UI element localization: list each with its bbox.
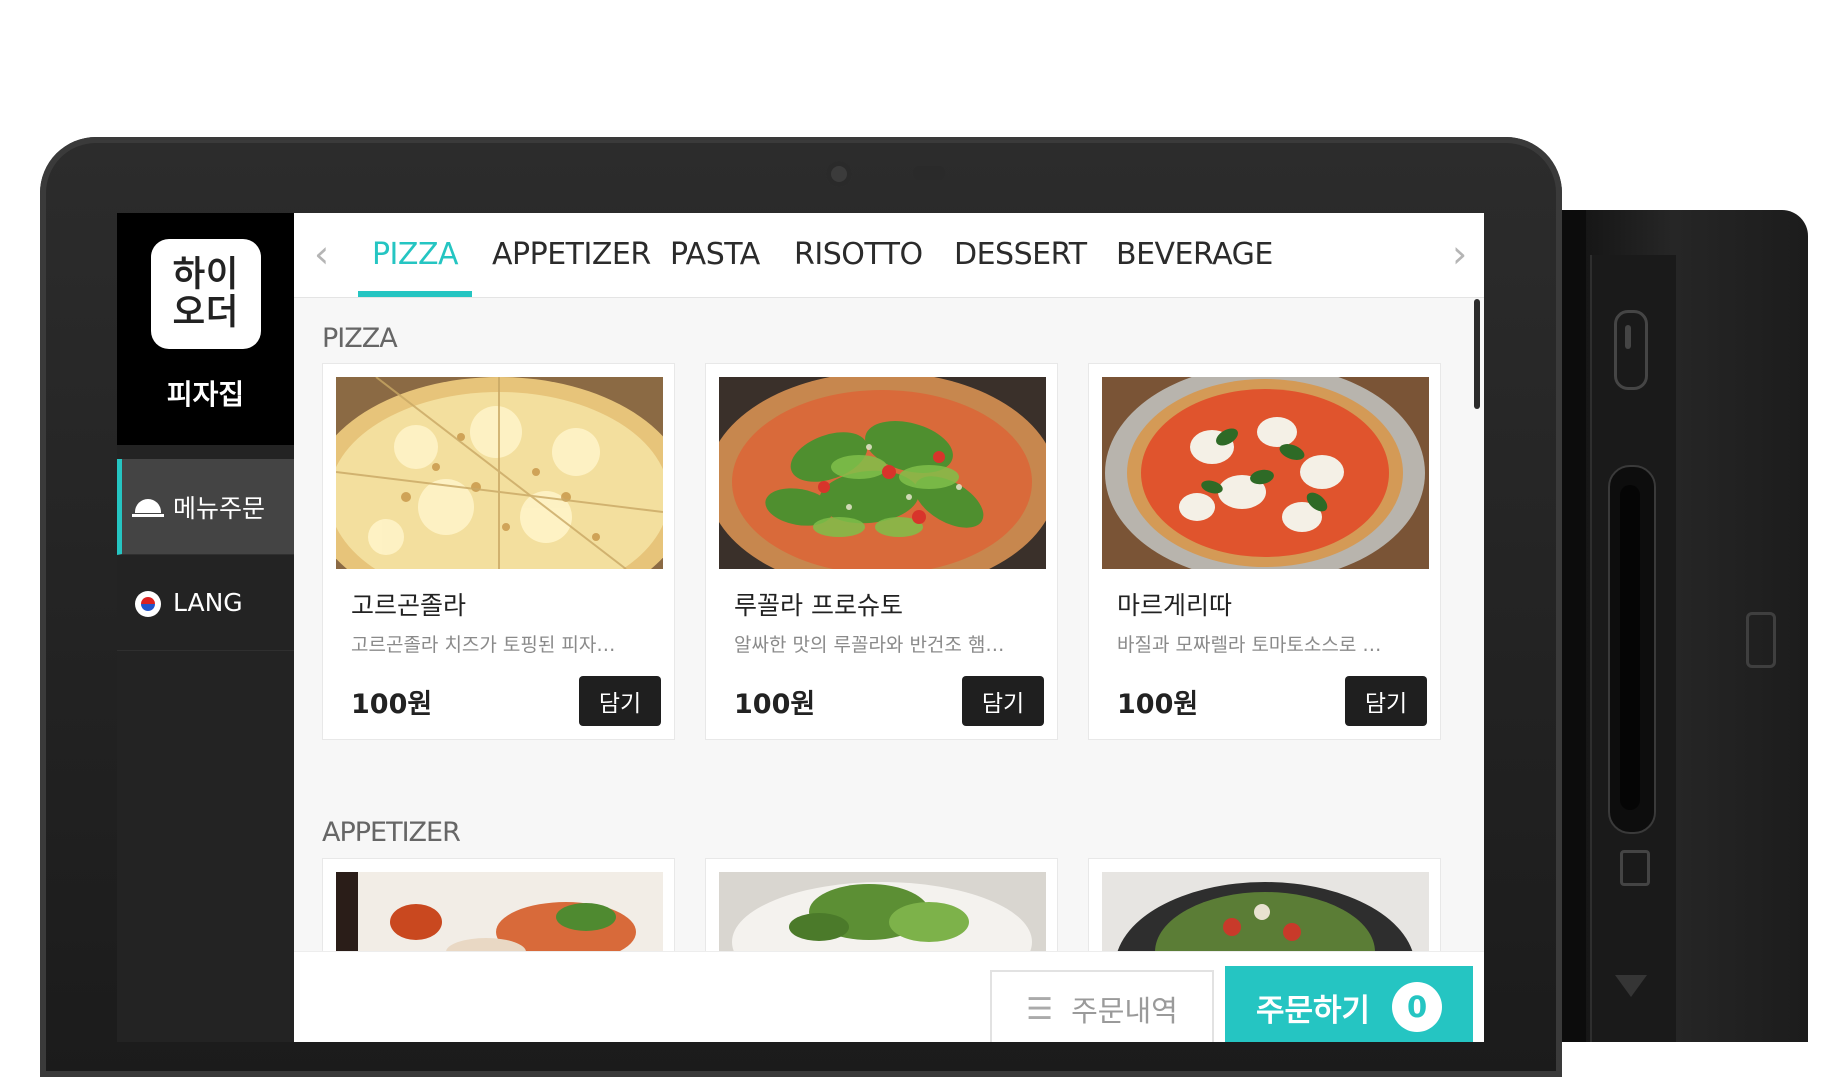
list-icon: ☰ (1026, 991, 1054, 1027)
tab-appetizer[interactable]: APPETIZER (492, 213, 651, 297)
menu-card[interactable]: 마르게리따 바질과 모짜렐라 토마토소스로 … 100원 담기 (1088, 363, 1441, 740)
chip-card-icon (1620, 850, 1650, 886)
menu-item-description: 바질과 모짜렐라 토마토소스로 … (1117, 634, 1382, 656)
menu-item-description: 알싸한 맛의 루꼴라와 반건조 햄… (734, 634, 1005, 656)
camera-icon (826, 161, 852, 187)
brand-area: 하이 오더 피자집 (117, 213, 294, 445)
add-to-cart-button[interactable]: 담기 (962, 676, 1044, 726)
menu-item-price: 100원 (351, 689, 433, 720)
chevron-left-icon[interactable]: ‹ (314, 235, 329, 273)
tab-pizza[interactable]: PIZZA (358, 213, 472, 297)
chevron-right-icon[interactable]: › (1452, 235, 1467, 273)
kiosk-screen: 하이 오더 피자집 메뉴주문 LANG ‹ PIZZA APPETIZER PA… (117, 213, 1484, 1042)
main-content: ‹ PIZZA APPETIZER PASTA RISOTTO DESSERT … (294, 213, 1484, 1042)
place-order-button[interactable]: 주문하기 0 (1225, 966, 1473, 1042)
sidebar-item-lang[interactable]: LANG (117, 555, 294, 651)
menu-item-name: 마르게리따 (1117, 591, 1233, 620)
tab-dessert[interactable]: DESSERT (954, 213, 1087, 297)
side-port-icon (1746, 612, 1776, 668)
menu-item-image (719, 377, 1046, 569)
sidebar-item-label: LANG (173, 588, 243, 617)
sidebar-item-label: 메뉴주문 (173, 493, 266, 523)
menu-card[interactable]: 루꼴라 프로슈토 알싸한 맛의 루꼴라와 반건조 햄… 100원 담기 (705, 363, 1058, 740)
order-footer: ☰ 주문내역 주문하기 0 (294, 951, 1484, 1042)
menu-item-price: 100원 (734, 689, 816, 720)
section-title-appetizer: APPETIZER (322, 817, 461, 848)
menu-item-description: 고르곤졸라 치즈가 토핑된 피자… (351, 634, 616, 656)
korea-flag-icon (133, 588, 163, 617)
insert-arrow-icon (1615, 975, 1647, 997)
menu-card[interactable]: 고르곤졸라 고르곤졸라 치즈가 토핑된 피자… 100원 담기 (322, 363, 675, 740)
menu-item-image (336, 377, 663, 569)
store-name: 피자집 (166, 378, 245, 411)
nfc-tap-icon (1614, 310, 1648, 390)
menu-item-name: 고르곤졸라 (351, 591, 467, 620)
card-slot (1608, 465, 1656, 834)
cart-count-badge: 0 (1392, 982, 1443, 1032)
tab-pasta[interactable]: PASTA (670, 213, 760, 297)
cloche-icon (132, 492, 164, 521)
order-history-label: 주문내역 (1071, 994, 1178, 1028)
add-to-cart-button[interactable]: 담기 (1345, 676, 1427, 726)
menu-item-image (1102, 377, 1429, 569)
sensor (913, 166, 945, 180)
logo-line-1: 하이 (172, 255, 240, 295)
order-history-button[interactable]: ☰ 주문내역 (990, 970, 1214, 1042)
logo-line-2: 오더 (172, 293, 240, 333)
sidebar-item-menu-order[interactable]: 메뉴주문 (117, 459, 294, 555)
add-to-cart-button[interactable]: 담기 (579, 676, 661, 726)
section-title-pizza: PIZZA (322, 323, 398, 354)
scrollbar[interactable] (1474, 299, 1480, 409)
app-logo: 하이 오더 (151, 239, 261, 349)
menu-item-name: 루꼴라 프로슈토 (734, 591, 903, 620)
place-order-label: 주문하기 (1255, 992, 1371, 1029)
card-reader-edge (1562, 210, 1586, 1042)
menu-item-price: 100원 (1117, 689, 1199, 720)
sidebar: 하이 오더 피자집 메뉴주문 LANG (117, 213, 294, 1042)
tab-beverage[interactable]: BEVERAGE (1116, 213, 1273, 297)
tab-risotto[interactable]: RISOTTO (794, 213, 923, 297)
category-tabs: ‹ PIZZA APPETIZER PASTA RISOTTO DESSERT … (294, 213, 1484, 298)
